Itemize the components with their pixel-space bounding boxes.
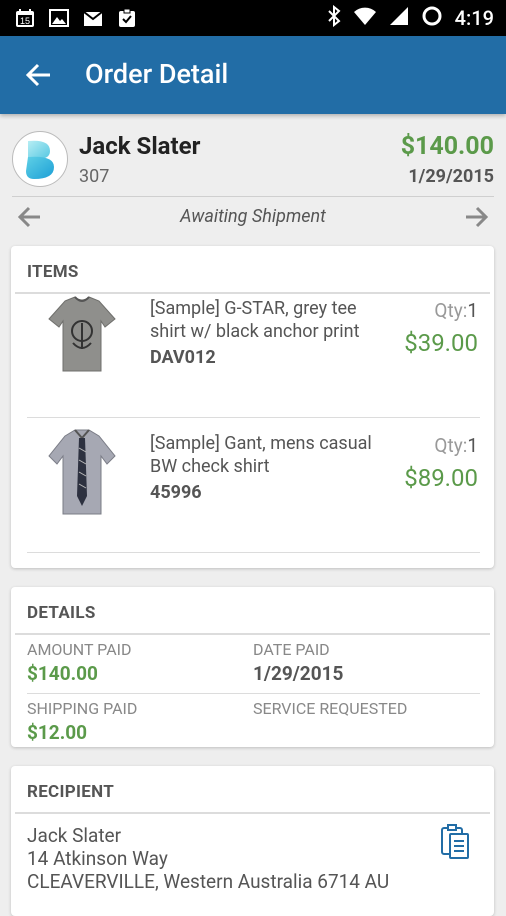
order-date: 1/29/2015 bbox=[408, 166, 494, 187]
product-thumbnail bbox=[35, 291, 129, 387]
item-name: [Sample] G-STAR, grey tee shirt w/ black… bbox=[150, 298, 360, 342]
order-header: Jack Slater 307 $140.00 1/29/2015 Awaiti… bbox=[0, 114, 506, 244]
divider bbox=[15, 633, 490, 635]
app-bar: Order Detail bbox=[0, 36, 506, 114]
divider bbox=[12, 196, 494, 197]
recipient-card: RECIPIENT Jack Slater 14 Atkinson Way CL… bbox=[11, 766, 494, 916]
item-price: $89.00 bbox=[404, 464, 478, 492]
item-quantity: Qty:1 bbox=[434, 299, 478, 322]
amount-paid-value: $140.00 bbox=[27, 662, 98, 685]
recipient-name: Jack Slater bbox=[27, 824, 122, 847]
calendar-notification-icon: 15 bbox=[14, 7, 36, 29]
recipient-street: 14 Atkinson Way bbox=[27, 847, 168, 870]
quantity-label: Qty: bbox=[434, 299, 468, 322]
item-quantity: Qty:1 bbox=[434, 434, 478, 457]
divider bbox=[27, 552, 480, 553]
customer-name: Jack Slater bbox=[79, 132, 201, 160]
clock: 4:19 bbox=[454, 6, 494, 30]
recipient-section-title: RECIPIENT bbox=[27, 782, 115, 802]
quantity-value: 1 bbox=[467, 434, 478, 457]
details-section-title: DETAILS bbox=[27, 603, 96, 623]
line-item[interactable]: [Sample] G-STAR, grey tee shirt w/ black… bbox=[11, 283, 494, 418]
details-card: DETAILS AMOUNT PAID $140.00 DATE PAID 1/… bbox=[11, 587, 494, 747]
customer-id: 307 bbox=[79, 166, 110, 187]
shipping-paid-label: SHIPPING PAID bbox=[27, 699, 138, 718]
sync-icon bbox=[421, 5, 443, 31]
order-total: $140.00 bbox=[400, 132, 494, 161]
date-paid-label: DATE PAID bbox=[253, 640, 330, 659]
store-avatar bbox=[12, 131, 68, 187]
page-title: Order Detail bbox=[85, 58, 229, 90]
product-thumbnail bbox=[35, 426, 129, 522]
items-card: ITEMS [Sample] G-STAR, grey tee shirt w/… bbox=[11, 246, 494, 568]
item-sku: 45996 bbox=[150, 482, 202, 503]
service-requested-label: SERVICE REQUESTED bbox=[253, 699, 408, 718]
divider bbox=[27, 693, 480, 694]
status-bar: 15 4:19 bbox=[0, 0, 506, 36]
wifi-icon bbox=[353, 6, 377, 30]
clipboard-check-icon bbox=[116, 7, 138, 29]
shipping-paid-value: $12.00 bbox=[27, 721, 88, 744]
amount-paid-label: AMOUNT PAID bbox=[27, 640, 132, 659]
item-sku: DAV012 bbox=[150, 347, 216, 368]
store-logo-icon bbox=[26, 140, 54, 179]
image-notification-icon bbox=[48, 7, 70, 29]
svg-text:15: 15 bbox=[20, 16, 30, 26]
quantity-value: 1 bbox=[467, 299, 478, 322]
bluetooth-icon bbox=[327, 4, 341, 31]
recipient-city-line: CLEAVERVILLE, Western Australia 6714 AU bbox=[27, 870, 390, 893]
next-order-arrow-icon[interactable] bbox=[462, 204, 490, 230]
order-status: Awaiting Shipment bbox=[180, 206, 326, 227]
items-section-title: ITEMS bbox=[27, 262, 79, 282]
line-item[interactable]: [Sample] Gant, mens casual BW check shir… bbox=[11, 418, 494, 553]
divider bbox=[15, 812, 490, 814]
quantity-label: Qty: bbox=[434, 434, 468, 457]
date-paid-value: 1/29/2015 bbox=[253, 662, 344, 685]
mail-notification-icon bbox=[82, 7, 104, 29]
item-price: $39.00 bbox=[404, 329, 478, 357]
cell-signal-icon bbox=[389, 6, 409, 30]
back-arrow-icon[interactable] bbox=[22, 58, 56, 92]
copy-address-icon[interactable] bbox=[440, 824, 470, 860]
item-name: [Sample] Gant, mens casual BW check shir… bbox=[150, 433, 372, 477]
